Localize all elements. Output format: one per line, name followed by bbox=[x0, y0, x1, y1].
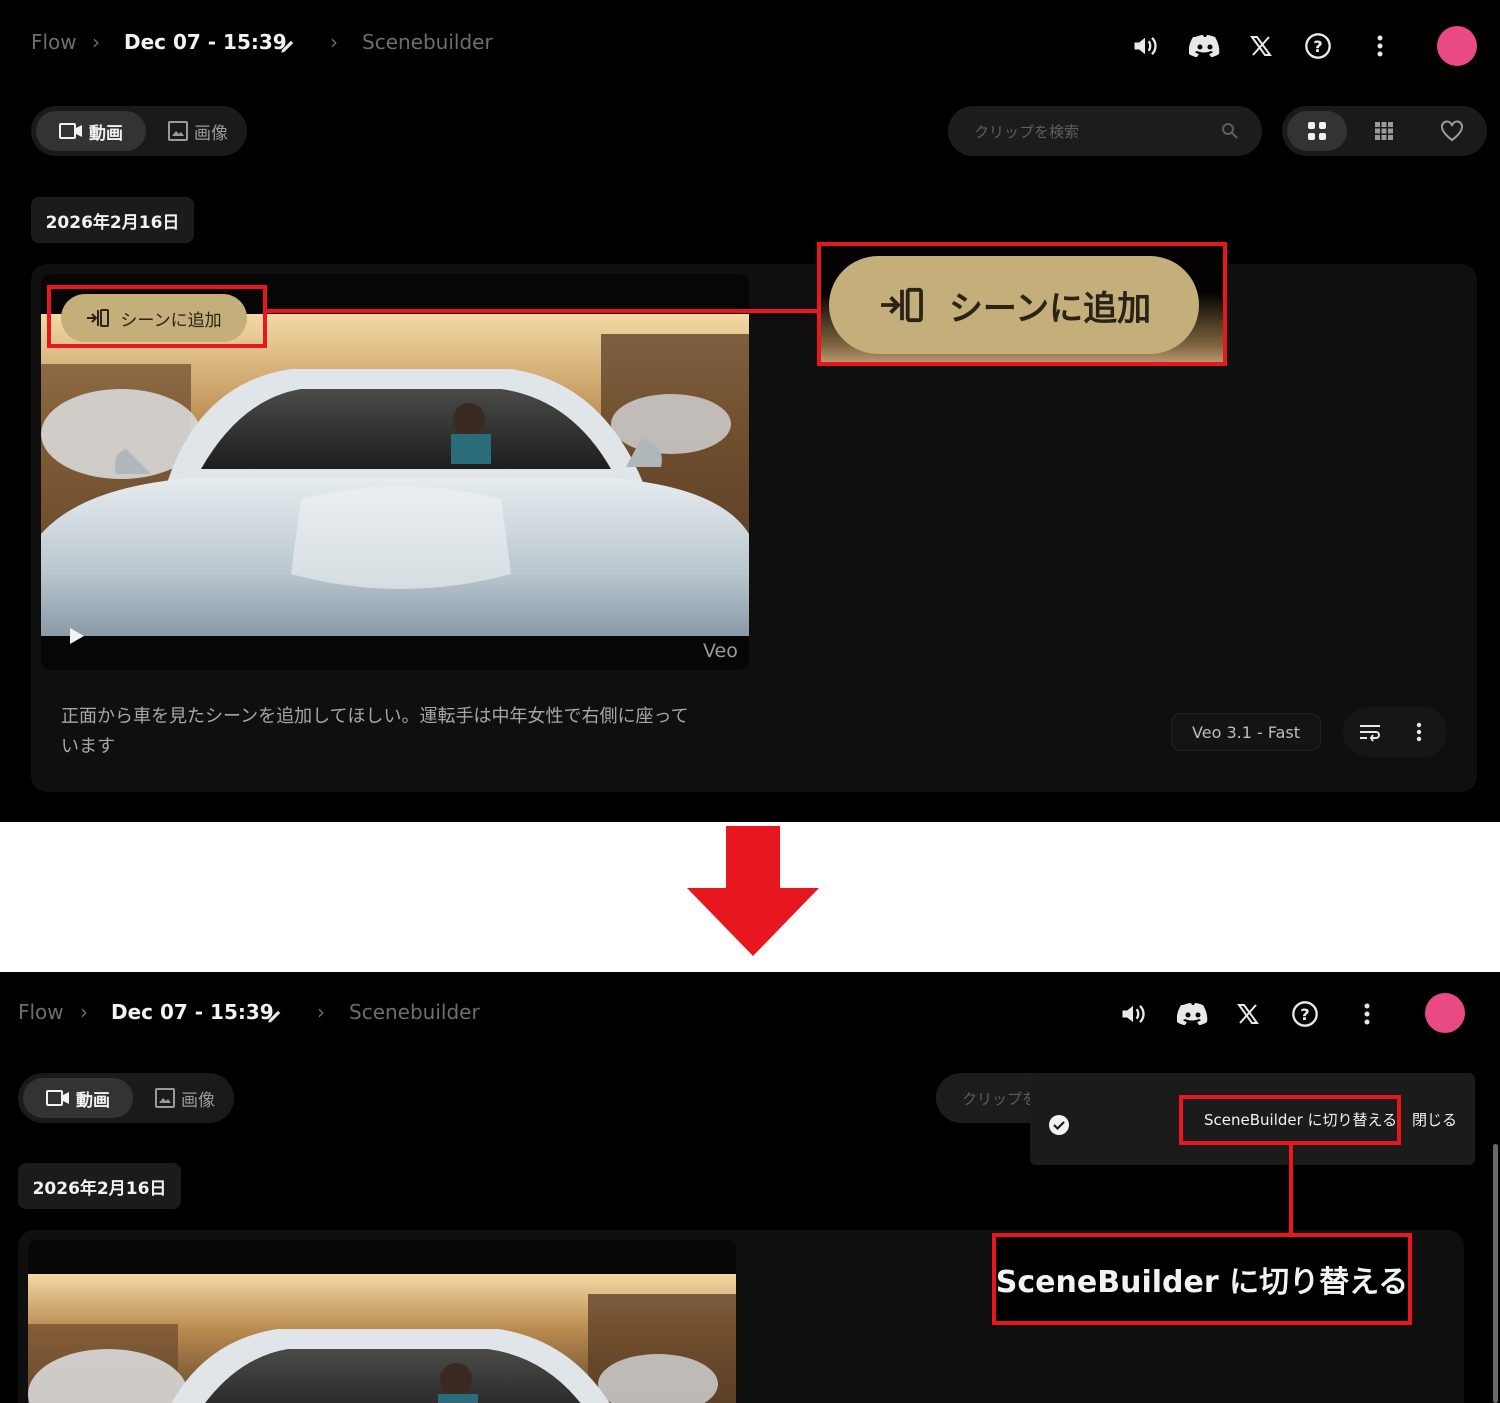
callout-zoom-add-to-scene: シーンに追加 bbox=[817, 242, 1227, 366]
breadcrumb-flow[interactable]: Flow bbox=[31, 30, 77, 54]
zoomed-add-to-scene-pill: シーンに追加 bbox=[829, 256, 1199, 354]
chevron-right-icon: › bbox=[92, 30, 100, 54]
model-badge: Veo 3.1 - Fast bbox=[1171, 713, 1321, 751]
date-chip: 2026年2月16日 bbox=[18, 1163, 181, 1209]
tab-video[interactable]: 動画 bbox=[23, 1078, 133, 1118]
tab-video-label: 動画 bbox=[89, 123, 123, 144]
tab-image[interactable]: 画像 bbox=[153, 111, 243, 151]
search-input[interactable]: クリップを検索 bbox=[948, 106, 1262, 156]
breadcrumb-page: Scenebuilder bbox=[362, 30, 493, 54]
volume-icon[interactable] bbox=[1116, 997, 1150, 1031]
clip-prompt: 正面から車を見たシーンを追加してほしい。運転手は中年女性で右側に座って います bbox=[61, 702, 801, 762]
grid-small-icon[interactable] bbox=[1354, 111, 1414, 151]
more-vert-icon[interactable] bbox=[1353, 998, 1381, 1030]
date-chip: 2026年2月16日 bbox=[31, 197, 194, 243]
add-to-scene-icon bbox=[880, 287, 923, 323]
callout-connector bbox=[1289, 1145, 1293, 1233]
image-icon bbox=[155, 1088, 175, 1108]
pencil-icon[interactable] bbox=[263, 1004, 287, 1028]
check-icon bbox=[1047, 1113, 1071, 1137]
extend-icon[interactable] bbox=[1357, 720, 1383, 744]
more-vert-icon[interactable] bbox=[1409, 720, 1429, 744]
video-thumbnail[interactable] bbox=[28, 1240, 736, 1403]
help-icon[interactable]: ? bbox=[1288, 997, 1322, 1031]
heart-icon[interactable] bbox=[1422, 111, 1482, 151]
tab-image[interactable]: 画像 bbox=[140, 1078, 230, 1118]
play-icon[interactable] bbox=[65, 624, 89, 648]
zoomed-switch-label: SceneBuilder に切り替える bbox=[995, 1265, 1409, 1300]
tab-image-label: 画像 bbox=[181, 1090, 215, 1111]
discord-icon[interactable] bbox=[1175, 997, 1211, 1031]
tab-image-label: 画像 bbox=[194, 123, 228, 144]
svg-text:?: ? bbox=[1313, 37, 1322, 56]
view-toggle bbox=[1282, 106, 1487, 156]
discord-icon[interactable] bbox=[1187, 29, 1223, 63]
media-type-tabs: 動画 画像 bbox=[31, 106, 247, 156]
x-icon[interactable] bbox=[1245, 30, 1277, 62]
prompt-line-1: 正面から車を見たシーンを追加してほしい。運転手は中年女性で右側に座って bbox=[61, 706, 689, 727]
highlight-add-to-scene bbox=[47, 285, 267, 348]
avatar[interactable] bbox=[1437, 26, 1477, 66]
media-type-tabs: 動画 画像 bbox=[18, 1073, 234, 1123]
clip-actions bbox=[1343, 707, 1447, 757]
arrow-down-icon bbox=[687, 826, 819, 956]
prompt-line-2: います bbox=[61, 736, 115, 757]
highlight-switch-button bbox=[1179, 1095, 1401, 1145]
chevron-right-icon: › bbox=[80, 1000, 88, 1024]
callout-zoom-switch: SceneBuilder に切り替える bbox=[992, 1233, 1412, 1325]
volume-icon[interactable] bbox=[1128, 29, 1162, 63]
top-header: Flow › Dec 07 - 15:39 › Scenebuilder ? bbox=[0, 0, 1500, 92]
video-icon bbox=[59, 123, 82, 139]
top-header: Flow › Dec 07 - 15:39 › Scenebuilder ? bbox=[0, 972, 1500, 1064]
breadcrumb-project: Dec 07 - 15:39 bbox=[111, 1000, 274, 1024]
scrollbar[interactable] bbox=[1493, 1144, 1498, 1403]
breadcrumb-flow[interactable]: Flow bbox=[18, 1000, 64, 1024]
svg-text:?: ? bbox=[1300, 1005, 1309, 1024]
x-icon[interactable] bbox=[1232, 998, 1264, 1030]
search-placeholder-truncated: クリップを bbox=[962, 1089, 1038, 1108]
screenshot-before: Flow › Dec 07 - 15:39 › Scenebuilder ? 動… bbox=[0, 0, 1500, 822]
screenshot-after: Flow › Dec 07 - 15:39 › Scenebuilder ? 動… bbox=[0, 972, 1500, 1403]
avatar[interactable] bbox=[1425, 993, 1465, 1033]
zoomed-add-to-scene-label: シーンに追加 bbox=[948, 288, 1152, 329]
tab-video-label: 動画 bbox=[76, 1090, 110, 1111]
search-placeholder: クリップを検索 bbox=[974, 122, 1080, 141]
chevron-right-icon: › bbox=[317, 1000, 325, 1024]
pencil-icon[interactable] bbox=[276, 34, 300, 58]
tab-video[interactable]: 動画 bbox=[36, 111, 146, 151]
grid-large-icon[interactable] bbox=[1287, 111, 1347, 151]
image-icon bbox=[168, 121, 188, 141]
breadcrumb-project: Dec 07 - 15:39 bbox=[124, 30, 287, 54]
veo-watermark: Veo bbox=[703, 640, 738, 662]
close-toast-button[interactable]: 閉じる bbox=[1412, 1109, 1457, 1130]
search-icon[interactable] bbox=[1220, 121, 1240, 141]
breadcrumb-page: Scenebuilder bbox=[349, 1000, 480, 1024]
video-icon bbox=[46, 1090, 69, 1106]
chevron-right-icon: › bbox=[330, 30, 338, 54]
callout-connector bbox=[267, 309, 819, 313]
more-vert-icon[interactable] bbox=[1366, 30, 1394, 62]
help-icon[interactable]: ? bbox=[1301, 29, 1335, 63]
